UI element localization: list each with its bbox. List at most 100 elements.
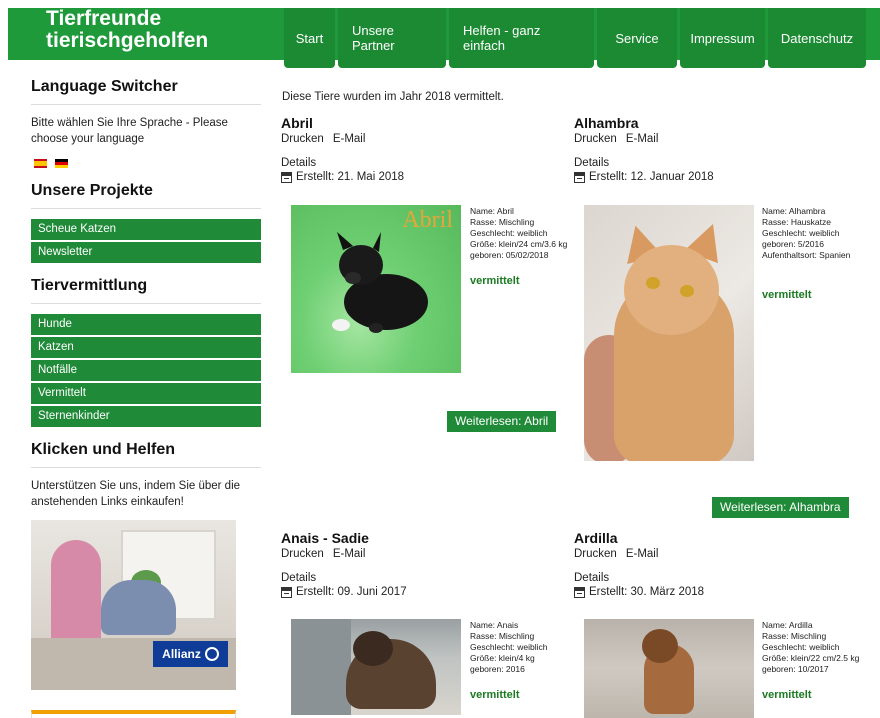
entry-anais-sadie: Anais - Sadie Drucken E-Mail Details Ers… [281,530,561,598]
info-size: Größe: klein/4 kg [470,653,535,663]
click-help-heading: Klicken und Helfen [31,441,261,468]
menu-item-katzen[interactable]: Katzen [31,337,261,358]
info-breed: Rasse: Mischling [762,631,827,641]
calendar-icon [281,171,292,183]
dog-head [353,631,393,666]
details-label: Details [574,157,610,169]
created-date: Erstellt: 12. Januar 2018 [574,171,854,183]
entry-title[interactable]: Alhambra [574,115,854,131]
logo-line-1: Tierfreunde [46,7,162,30]
language-switcher-heading: Language Switcher [31,78,261,105]
entry-actions: Drucken E-Mail [281,133,561,145]
main-nav: Start Unsere Partner Helfen - ganz einfa… [284,8,866,68]
readmore-alhambra-button[interactable]: Weiterlesen: Alhambra [712,497,849,518]
details-label: Details [281,572,317,584]
created-date-text: Erstellt: 12. Januar 2018 [589,171,714,183]
nav-datenschutz[interactable]: Datenschutz [768,8,866,68]
nav-unsere-partner[interactable]: Unsere Partner [338,8,446,68]
photo-wall [291,619,351,715]
anais-status: vermittelt [470,689,520,701]
entry-actions: Drucken E-Mail [574,133,854,145]
ardilla-photo[interactable] [584,619,754,718]
cat-eye-right [680,285,694,297]
alhambra-photo[interactable] [584,205,754,461]
german-flag-icon[interactable] [55,159,68,168]
anais-info: Name: Anais Rasse: Mischling Geschlecht:… [470,620,580,675]
info-size: Größe: klein/22 cm/2.5 kg [762,653,860,663]
spanish-flag-icon[interactable] [34,159,47,168]
entry-title[interactable]: Abril [281,115,561,131]
created-date: Erstellt: 09. Juni 2017 [281,586,561,598]
created-date-text: Erstellt: 21. Mai 2018 [296,171,405,183]
info-breed: Rasse: Mischling [470,217,535,227]
nav-service[interactable]: Service [597,8,677,68]
entry-alhambra: Alhambra Drucken E-Mail Details Erstellt… [574,115,854,183]
nav-impressum[interactable]: Impressum [680,8,765,68]
projects-menu: Scheue Katzen Newsletter [31,219,261,263]
entry-actions: Drucken E-Mail [574,548,854,560]
created-date-text: Erstellt: 09. Juni 2017 [296,586,407,598]
print-link[interactable]: Drucken [281,548,324,560]
readmore-abril-button[interactable]: Weiterlesen: Abril [447,411,557,432]
abril-photo-caption: Abril [402,207,453,233]
print-link[interactable]: Drucken [574,548,617,560]
email-link[interactable]: E-Mail [333,548,366,560]
site-logo[interactable]: Tierfreunde tierischgeholfen [46,8,208,52]
second-ad-banner[interactable] [31,710,236,718]
entry-abril: Abril Drucken E-Mail Details Erstellt: 2… [281,115,561,183]
created-date-text: Erstellt: 30. März 2018 [589,586,705,598]
click-help-text: Unterstützen Sie uns, indem Sie über die… [31,480,241,508]
adoption-menu: Hunde Katzen Notfälle Vermittelt Sternen… [31,314,261,427]
allianz-logo: Allianz [153,641,228,667]
info-born: geboren: 5/2016 [762,239,824,249]
email-link[interactable]: E-Mail [626,548,659,560]
nav-start[interactable]: Start [284,8,335,68]
allianz-wordmark: Allianz [162,647,201,661]
email-link[interactable]: E-Mail [333,133,366,145]
allianz-ad-banner[interactable]: Allianz [31,520,236,690]
black-dog-figure [332,232,428,333]
menu-item-vermittelt[interactable]: Vermittelt [31,383,261,404]
ardilla-status: vermittelt [762,689,812,701]
menu-item-sternenkinder[interactable]: Sternenkinder [31,406,261,427]
anais-photo[interactable] [291,619,461,715]
info-born: geboren: 2016 [470,664,525,674]
entry-title[interactable]: Ardilla [574,530,854,546]
adoption-heading: Tiervermittlung [31,277,261,304]
ad-person-woman [51,540,101,650]
language-flags [34,159,261,168]
info-gender: Geschlecht: weiblich [470,642,548,652]
cat-head [624,245,719,335]
info-name: Name: Alhambra [762,206,826,216]
nav-helfen[interactable]: Helfen - ganz einfach [449,8,594,68]
menu-item-scheue-katzen[interactable]: Scheue Katzen [31,219,261,240]
language-switcher-text: Bitte wählen Sie Ihre Sprache - Please c… [31,117,228,145]
info-breed: Rasse: Mischling [470,631,535,641]
menu-item-notfaelle[interactable]: Notfälle [31,360,261,381]
calendar-icon [574,586,585,598]
info-name: Name: Anais [470,620,519,630]
info-location: Aufenthaltsort: Spanien [762,250,851,260]
created-date: Erstellt: 30. März 2018 [574,586,854,598]
info-name: Name: Ardilla [762,620,813,630]
ardilla-info: Name: Ardilla Rasse: Mischling Geschlech… [762,620,872,675]
print-link[interactable]: Drucken [574,133,617,145]
abril-photo[interactable]: Abril [291,205,461,373]
projects-heading: Unsere Projekte [31,182,261,209]
info-gender: Geschlecht: weiblich [762,228,840,238]
menu-item-hunde[interactable]: Hunde [31,314,261,335]
info-gender: Geschlecht: weiblich [470,228,548,238]
email-link[interactable]: E-Mail [626,133,659,145]
menu-item-newsletter[interactable]: Newsletter [31,242,261,263]
calendar-icon [281,586,292,598]
logo-line-2: tierischgeholfen [46,29,209,52]
info-born: geboren: 05/02/2018 [470,250,549,260]
print-link[interactable]: Drucken [281,133,324,145]
info-gender: Geschlecht: weiblich [762,642,840,652]
entry-title[interactable]: Anais - Sadie [281,530,561,546]
abril-info: Name: Abril Rasse: Mischling Geschlecht:… [470,206,580,261]
alhambra-info: Name: Alhambra Rasse: Hauskatze Geschlec… [762,206,872,261]
dog-head [642,629,678,663]
info-name: Name: Abril [470,206,514,216]
calendar-icon [574,171,585,183]
